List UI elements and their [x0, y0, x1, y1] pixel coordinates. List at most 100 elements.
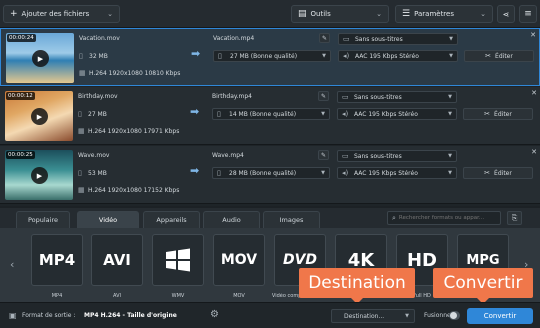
destination-callout: Destination: [299, 268, 415, 304]
tab-audio[interactable]: Audio: [203, 211, 260, 228]
preset-logo: DVD: [282, 252, 318, 268]
preset-mov[interactable]: MOV: [213, 234, 265, 286]
subtitles-select[interactable]: ▭ Sans sous-titres ▼: [338, 33, 458, 45]
convert-button[interactable]: Convertir: [467, 308, 533, 324]
source-size: 53 MB: [88, 170, 107, 177]
search-input[interactable]: [398, 215, 499, 221]
source-filename: Birthday.mov: [78, 93, 118, 100]
video-thumbnail[interactable]: 00:00:12 ▶: [5, 91, 73, 141]
play-icon[interactable]: ▶: [31, 167, 48, 184]
subtitles-icon: ▭: [342, 93, 349, 101]
chevron-down-icon: ▼: [449, 53, 453, 59]
preset-logo: MOV: [220, 252, 258, 268]
output-format-label: Format de sortie :: [22, 312, 76, 319]
tools-label: Outils: [310, 10, 331, 18]
close-icon[interactable]: ✕: [531, 148, 537, 156]
subtitles-select[interactable]: ▭ Sans sous-titres ▼: [337, 150, 457, 162]
file-row[interactable]: 00:00:25 ▶ Wave.mov ▯ 53 MB ▦ H.264 1920…: [0, 146, 540, 204]
edit-button[interactable]: ✂ Éditer: [463, 167, 533, 179]
video-thumbnail[interactable]: 00:00:25 ▶: [5, 150, 73, 200]
file-list: 00:00:24 ▶ Vacation.mov ▯ 32 MB ▦ H.264 …: [0, 28, 540, 206]
save-preset-button[interactable]: ⎘: [507, 211, 522, 225]
output-settings-gear-icon[interactable]: ⚙: [210, 309, 219, 320]
file-icon: ▯: [217, 169, 221, 177]
rename-pencil-icon[interactable]: ✎: [318, 150, 329, 160]
file-row[interactable]: 00:00:24 ▶ Vacation.mov ▯ 32 MB ▦ H.264 …: [0, 28, 540, 86]
chevron-down-icon: ▼: [321, 170, 325, 176]
edit-button[interactable]: ✂ Éditer: [463, 108, 533, 120]
toggle-knob: [450, 312, 457, 319]
preset-label: MP4: [51, 293, 63, 299]
duration-badge: 00:00:25: [6, 151, 35, 159]
output-size-select[interactable]: ▯ 28 MB (Bonne qualité) ▼: [212, 167, 330, 179]
convert-arrow-icon: ➡: [191, 47, 201, 60]
chevron-down-icon: ▼: [321, 111, 325, 117]
add-files-label: Ajouter des fichiers: [21, 10, 90, 18]
preset-mp4[interactable]: MP4: [31, 234, 83, 286]
close-icon[interactable]: ✕: [530, 31, 536, 39]
preset-avi[interactable]: AVI: [91, 234, 143, 286]
subtitles-value: Sans sous-titres: [355, 35, 403, 43]
preset-logo: MPG: [466, 252, 500, 268]
output-filename: Wave.mp4: [212, 152, 244, 159]
format-search-box[interactable]: ⌕: [387, 211, 501, 225]
output-format-value[interactable]: MP4 H.264 - Taille d'origine: [84, 312, 177, 319]
preset-logo: AVI: [103, 251, 131, 269]
chevron-down-icon: ▼: [448, 153, 452, 159]
audio-icon: ◂): [342, 169, 349, 177]
edit-label: Éditer: [495, 52, 513, 60]
output-size-value: 28 MB (Bonne qualité): [229, 169, 297, 177]
file-row[interactable]: 00:00:12 ▶ Birthday.mov ▯ 27 MB ▦ H.264 …: [0, 87, 540, 145]
duration-badge: 00:00:12: [6, 92, 35, 100]
audio-value: AAC 195 Kbps Stéréo: [354, 169, 418, 177]
output-size-value: 27 MB (Bonne qualité): [230, 52, 298, 60]
convert-arrow-icon: ➡: [190, 164, 200, 177]
tools-button[interactable]: ▤ Outils ⌄: [291, 5, 389, 23]
settings-button[interactable]: ☰ Paramètres ⌄: [395, 5, 493, 23]
rename-pencil-icon[interactable]: ✎: [318, 91, 329, 101]
rename-pencil-icon[interactable]: ✎: [319, 33, 330, 43]
file-icon: ▯: [78, 110, 82, 118]
tab-images[interactable]: Images: [263, 211, 320, 228]
output-filename: Vacation.mp4: [213, 35, 255, 42]
subtitles-select[interactable]: ▭ Sans sous-titres ▼: [337, 91, 457, 103]
subtitles-icon: ▭: [343, 35, 350, 43]
play-icon[interactable]: ▶: [32, 50, 49, 67]
play-icon[interactable]: ▶: [31, 108, 48, 125]
source-size: 27 MB: [88, 111, 107, 118]
output-size-select[interactable]: ▯ 14 MB (Bonne qualité) ▼: [212, 108, 330, 120]
convert-callout: Convertir: [433, 268, 533, 304]
preset-label: AVI: [113, 293, 121, 299]
convert-button-label: Convertir: [483, 312, 517, 320]
menu-button[interactable]: ≡: [519, 5, 537, 23]
file-icon: ▯: [79, 52, 83, 60]
video-thumbnail[interactable]: 00:00:24 ▶: [6, 33, 74, 83]
tab-devices[interactable]: Appareils: [143, 211, 200, 228]
audio-value: AAC 195 Kbps Stéréo: [355, 52, 419, 60]
destination-select[interactable]: Destination... ▼: [331, 309, 415, 323]
preset-wmv[interactable]: [152, 234, 204, 286]
share-button[interactable]: ⋖: [497, 5, 515, 23]
source-filename: Vacation.mov: [79, 35, 120, 42]
output-filename: Birthday.mp4: [212, 93, 252, 100]
audio-select[interactable]: ◂) AAC 195 Kbps Stéréo ▼: [337, 108, 457, 120]
settings-icon: ☰: [402, 9, 411, 19]
merge-toggle[interactable]: [449, 311, 460, 320]
audio-select[interactable]: ◂) AAC 195 Kbps Stéréo ▼: [337, 167, 457, 179]
file-icon: ▯: [78, 169, 82, 177]
scroll-left-icon[interactable]: ‹: [10, 258, 14, 271]
subtitles-value: Sans sous-titres: [354, 152, 402, 160]
close-icon[interactable]: ✕: [531, 89, 537, 97]
chevron-down-icon: ▼: [405, 313, 409, 319]
output-format-icon: ▣: [9, 311, 17, 320]
output-size-select[interactable]: ▯ 27 MB (Bonne qualité) ▼: [213, 50, 331, 62]
search-icon: ⌕: [392, 213, 396, 222]
audio-select[interactable]: ◂) AAC 195 Kbps Stéréo ▼: [338, 50, 458, 62]
tab-video[interactable]: Vidéo: [77, 211, 139, 228]
edit-button[interactable]: ✂ Éditer: [464, 50, 534, 62]
audio-value: AAC 195 Kbps Stéréo: [354, 110, 418, 118]
tab-popular[interactable]: Populaire: [16, 211, 70, 228]
save-preset-icon: ⎘: [511, 213, 518, 222]
add-files-button[interactable]: + Ajouter des fichiers ⌄: [3, 5, 120, 23]
chevron-down-icon: ⌄: [107, 10, 113, 18]
